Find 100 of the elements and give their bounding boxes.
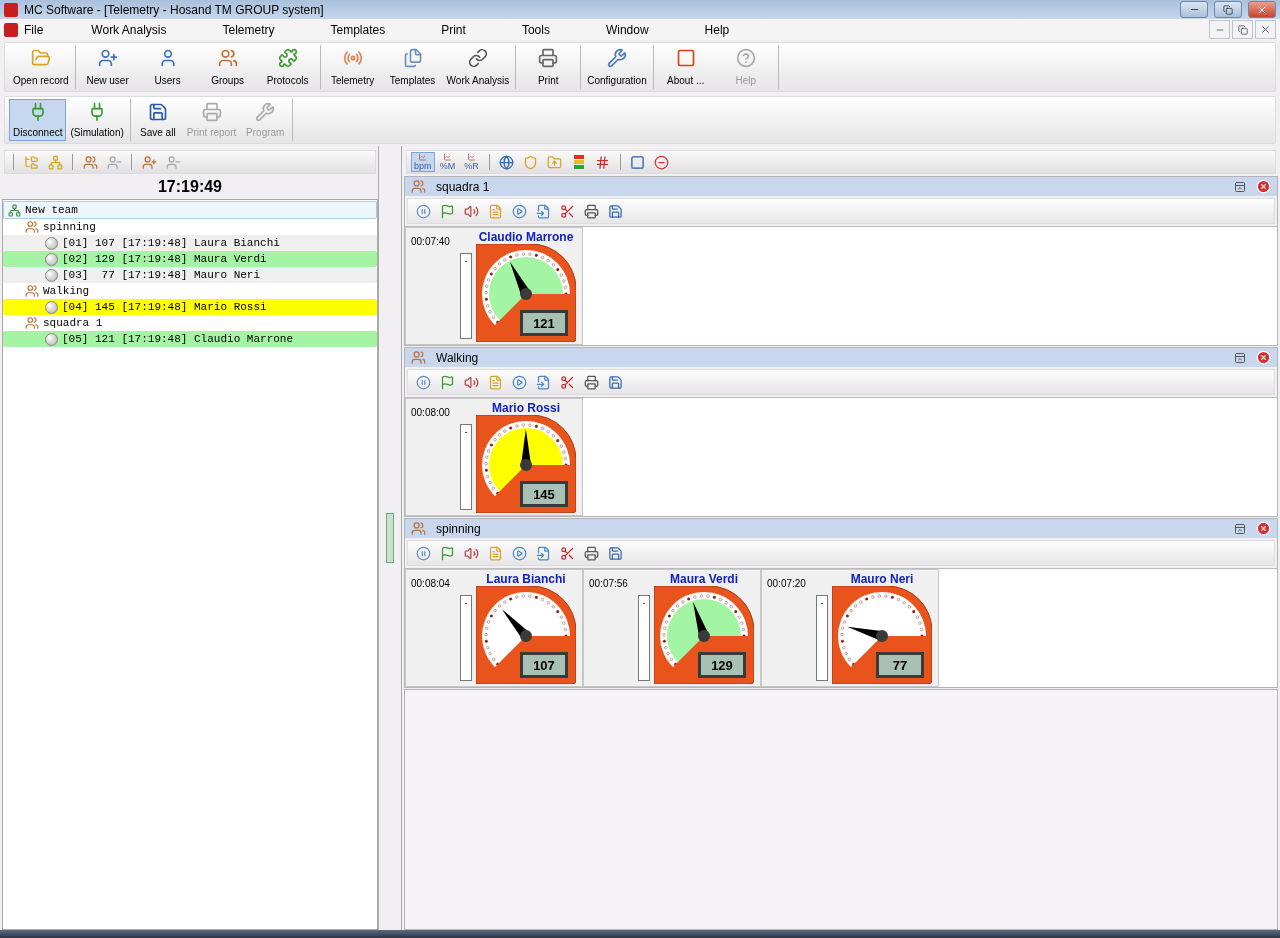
group-icon [411, 179, 426, 194]
level-meter: - [460, 595, 472, 681]
group-row[interactable]: Walking [3, 283, 377, 299]
restore-button[interactable] [1232, 20, 1253, 39]
status-bulb-icon [45, 300, 58, 314]
status-bulb-icon [45, 268, 58, 282]
menu-item[interactable]: Print [413, 22, 494, 37]
toolbar-icon [277, 48, 298, 68]
toolbar-button[interactable]: Groups [197, 45, 258, 89]
elapsed-time: 00:07:20 [767, 578, 806, 589]
toolbar-button[interactable]: Disconnect [9, 99, 67, 141]
menu-item[interactable]: Tools [493, 22, 578, 37]
toolbar-icon [201, 102, 222, 122]
menu-item[interactable]: Window [577, 22, 677, 37]
menu-item[interactable]: Help [676, 22, 758, 37]
level-meter: - [638, 595, 650, 681]
athlete-name: Laura Bianchi [486, 572, 566, 586]
gauge-needle [520, 429, 532, 471]
panel-title: squadra 1 [436, 179, 491, 194]
mode-button[interactable]: %M [436, 152, 459, 172]
panel-title: Walking [436, 350, 480, 365]
athlete-row[interactable]: [04] 145 [17:19:48] Mario Rossi [3, 299, 377, 315]
level-meter: - [460, 253, 472, 339]
chart-icon [442, 153, 453, 161]
team-icon [8, 203, 21, 217]
app-icon [4, 2, 18, 17]
minimize-icon[interactable] [1234, 180, 1246, 193]
status-bulb-icon [45, 252, 58, 266]
toolbar-button[interactable]: (Simulation) [66, 99, 128, 141]
chart-icon [417, 153, 429, 161]
close-button[interactable] [1255, 20, 1276, 39]
restore-button[interactable] [1214, 1, 1242, 18]
color-bars-icon [573, 155, 584, 169]
status-bulb-icon [45, 236, 58, 250]
heart-rate-reading: 121 [533, 316, 555, 331]
toolbar-button[interactable]: Save all [132, 99, 183, 141]
clock: 17:19:49 [156, 177, 223, 197]
athlete-row[interactable]: [01] 107 [17:19:48] Laura Bianchi [3, 235, 377, 251]
minimize-icon[interactable] [1234, 522, 1246, 535]
lcd-display [520, 481, 568, 507]
toolbar-icon [675, 48, 696, 68]
group-icon [25, 284, 39, 298]
toolbar-icon [606, 48, 627, 68]
athlete-row[interactable]: [02] 129 [17:19:48] Maura Verdi [3, 251, 377, 267]
toolbar-button[interactable]: Users [137, 45, 198, 89]
elapsed-time: 00:08:00 [411, 407, 450, 418]
athlete-name: Mauro Neri [850, 572, 914, 586]
toolbar-icon [467, 48, 488, 68]
splitter-grip[interactable] [386, 513, 394, 563]
toolbar-button[interactable]: New user [77, 45, 138, 89]
toolbar-button[interactable]: Templates [382, 45, 443, 89]
group-icon [25, 316, 39, 330]
toolbar-icon [30, 48, 51, 68]
mode-button[interactable]: bpm [411, 152, 435, 172]
close-button[interactable] [1248, 1, 1276, 18]
athlete-row[interactable]: [03] 77 [17:19:48] Mauro Neri [3, 267, 377, 283]
menu-item[interactable]: Work Analysis [63, 22, 195, 37]
group-row[interactable]: squadra 1 [3, 315, 377, 331]
status-bulb-icon [45, 332, 58, 346]
menu-item[interactable]: Telemetry [194, 22, 303, 37]
group-row[interactable]: spinning [3, 219, 377, 235]
group-icon [411, 350, 426, 365]
minimize-button[interactable] [1180, 1, 1208, 18]
menu-item[interactable]: File [18, 22, 64, 37]
toolbar-icon [342, 48, 363, 68]
minimize-icon[interactable] [1234, 351, 1246, 364]
close-icon[interactable] [1256, 179, 1271, 194]
toolbar-button[interactable]: Telemetry [322, 45, 383, 89]
toolbar-button[interactable]: Print [518, 45, 579, 89]
group-icon [411, 521, 426, 536]
close-icon[interactable] [1256, 521, 1271, 536]
toolbar-button[interactable]: Open record [9, 45, 73, 89]
close-icon [1260, 24, 1271, 35]
lcd-display [520, 652, 568, 678]
gauge-needle [509, 261, 532, 300]
heart-rate-reading: 129 [711, 658, 733, 673]
toolbar-icon [97, 48, 118, 68]
level-meter: - [460, 424, 472, 510]
toolbar-button[interactable]: Configuration [583, 45, 651, 89]
gauge-needle [693, 601, 710, 642]
close-icon[interactable] [1256, 350, 1271, 365]
toolbar-button[interactable]: Work Analysis [442, 45, 514, 89]
app-icon[interactable] [4, 22, 18, 37]
toolbar-icon [735, 48, 756, 68]
panel-title: spinning [436, 521, 482, 536]
heart-rate-reading: 107 [533, 658, 555, 673]
restore-icon [1223, 4, 1233, 15]
mode-button[interactable]: %R [460, 152, 483, 172]
team-row[interactable]: New team [3, 201, 377, 219]
toolbar-button[interactable]: Protocols [257, 45, 318, 89]
group-icon [25, 220, 39, 234]
menu-item[interactable]: Templates [302, 22, 414, 37]
lcd-display [876, 652, 924, 678]
athlete-row[interactable]: [05] 121 [17:19:48] Claudio Marrone [3, 331, 377, 347]
athlete-name: Maura Verdi [670, 572, 738, 586]
heart-rate-reading: 77 [892, 658, 908, 673]
toolbar-button[interactable]: About ... [655, 45, 716, 89]
chart-icon [466, 153, 477, 161]
toolbar-icon [538, 48, 559, 68]
elapsed-time: 00:07:56 [589, 578, 628, 589]
